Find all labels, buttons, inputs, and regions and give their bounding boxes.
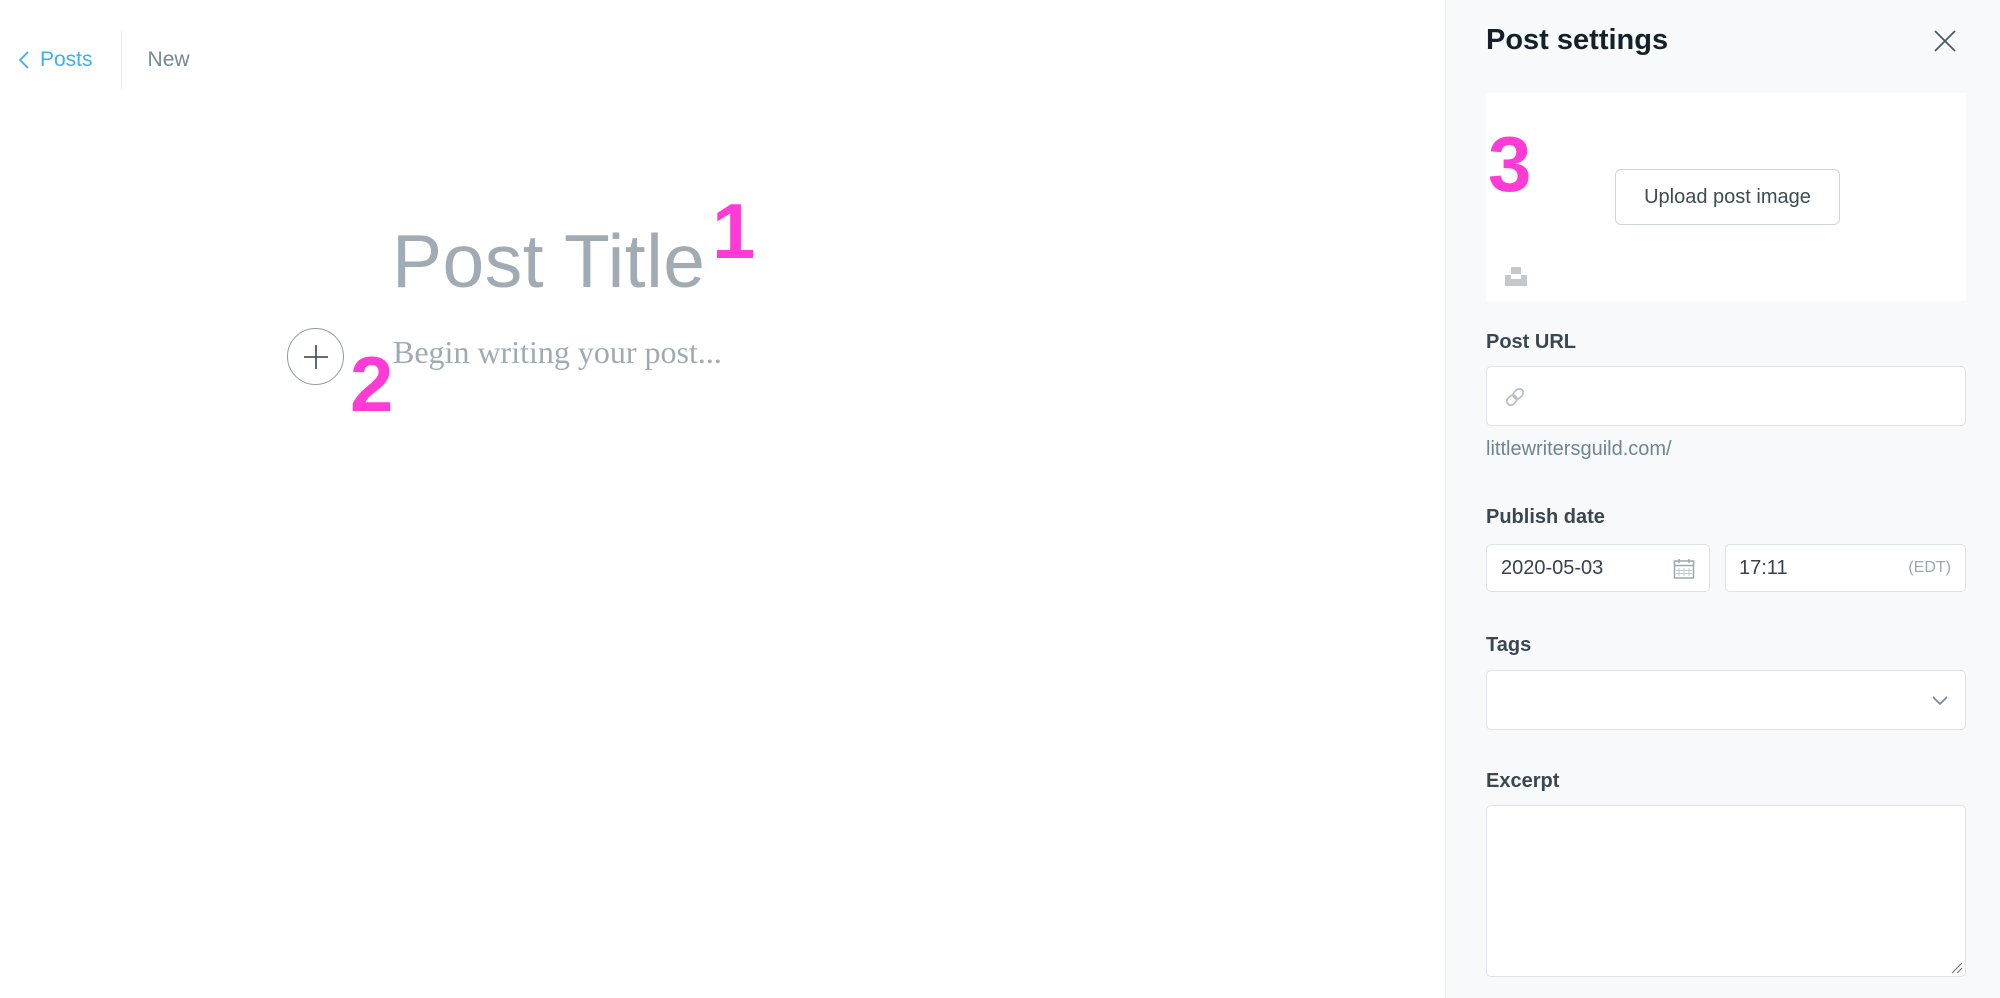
tags-label: Tags: [1486, 634, 1532, 656]
publish-date-value: 2020-05-03: [1501, 556, 1604, 579]
close-settings-button[interactable]: [1932, 28, 1958, 54]
post-title-input[interactable]: Post Title: [392, 218, 705, 304]
tags-select[interactable]: [1486, 670, 1966, 730]
link-icon: [1505, 387, 1525, 407]
back-link-label: Posts: [40, 48, 93, 71]
chevron-down-icon: [1932, 696, 1948, 706]
post-url-label: Post URL: [1486, 331, 1576, 353]
marker-2: 2: [350, 340, 394, 428]
resize-handle-icon[interactable]: [1949, 960, 1963, 974]
upload-post-image-button[interactable]: Upload post image: [1615, 169, 1840, 225]
add-card-button[interactable]: [287, 328, 344, 385]
publish-time-input[interactable]: 17:11 (EDT): [1725, 544, 1966, 592]
unsplash-icon[interactable]: [1504, 265, 1528, 287]
chevron-left-icon: [18, 51, 29, 69]
marker-3: 3: [1488, 120, 1532, 208]
publish-time-value: 17:11: [1739, 556, 1788, 579]
editor-header: Posts New: [0, 30, 190, 90]
feature-image-area: Upload post image: [1486, 93, 1966, 301]
post-settings-panel: Post settings Upload post image 3 Post U…: [1445, 0, 2000, 998]
publish-date-label: Publish date: [1486, 506, 1605, 528]
panel-title: Post settings: [1486, 24, 1669, 56]
post-url-input[interactable]: [1486, 366, 1966, 426]
calendar-icon: [1673, 559, 1695, 579]
publish-date-input[interactable]: 2020-05-03: [1486, 544, 1710, 592]
excerpt-label: Excerpt: [1486, 770, 1560, 792]
close-icon: [1934, 30, 1956, 52]
excerpt-textarea[interactable]: [1486, 805, 1966, 977]
timezone-label: (EDT): [1908, 559, 1951, 576]
post-body-input[interactable]: Begin writing your post...: [393, 334, 722, 371]
post-url-preview: littlewritersguild.com/: [1486, 438, 1672, 460]
editor-area: Posts New Post Title Begin writing your …: [0, 0, 1445, 998]
post-status: New: [147, 48, 190, 71]
plus-icon: [303, 344, 328, 369]
marker-1: 1: [712, 187, 756, 275]
back-to-posts-link[interactable]: Posts: [0, 30, 121, 90]
